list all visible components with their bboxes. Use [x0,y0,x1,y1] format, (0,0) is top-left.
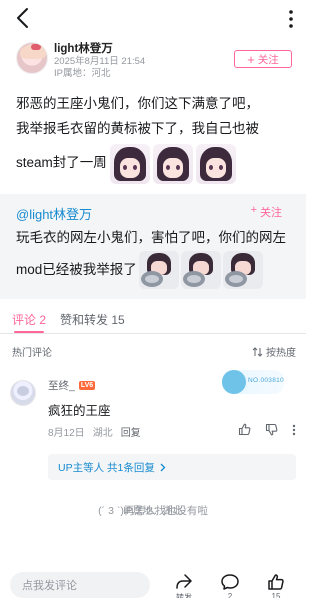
repost-follow-label: 关注 [260,207,282,219]
comment-icon [221,574,239,590]
hot-comments-label: 热门评论 [12,348,52,359]
follow-label: 关注 [257,53,279,66]
bottom-action-bar: 点我发评论 转发 2 15 [0,560,306,598]
post-text-line: 邪恶的王座小鬼们，你们这下满意了吧， [16,96,259,111]
thumbs-down-icon[interactable] [265,423,278,436]
emoji-sticker [180,251,221,289]
repost-text-line: 玩毛衣的网左小鬼们，害怕了吧，你们的网左 [16,230,286,245]
chevron-left-icon[interactable] [12,6,34,30]
top-bar [0,0,306,36]
author-avatar[interactable] [16,42,48,74]
emoji-sticker [138,251,179,289]
post-text: steam封了一周 [16,155,107,171]
share-button[interactable]: 转发 [172,572,196,598]
comments-sort-bar: 热门评论 按热度 [0,342,306,360]
sort-icon [252,346,263,357]
share-icon [176,574,192,589]
comment-location: 湖北 [92,428,113,439]
post-text-line: 我举报毛衣留的黄标被下了，我自己也被 [16,120,259,136]
post-text-line-with-stickers: steam封了一周 [16,141,296,186]
comment-actions [238,423,296,436]
emoji-sticker [152,143,193,184]
author-name[interactable]: light林登万 [54,40,113,56]
comment-date: 8月12日 [48,428,85,439]
comment-text: 疯狂的王座 [48,404,111,418]
sort-label: 按热度 [266,348,296,359]
author-meta: 2025年8月11日 21:54 IP属地：河北 [54,56,145,80]
fan-badge-number: NO.003810 [248,377,284,384]
post-ip-location: IP属地：河北 [54,68,111,79]
fan-badge-avatar [222,370,246,394]
tab-comments[interactable]: 评论 2 [12,311,46,328]
plus-icon: + [250,204,257,216]
emoji-sticker [222,251,263,289]
repost-text-line-with-stickers: mod已经被我举报了 [16,250,296,290]
emoji-sticker [195,143,236,184]
post-time: 2025年8月11日 21:54 [54,56,146,67]
comment-input[interactable]: 点我发评论 [10,572,150,598]
more-vertical-icon[interactable] [292,424,296,436]
post-body: 邪恶的王座小鬼们，你们这下满意了吧， 我举报毛衣留的黄标被下了，我自己也被 st… [16,92,296,186]
commenter-avatar[interactable] [10,380,36,406]
commenter-name[interactable]: 至终_ [48,378,75,393]
level-badge: LV6 [78,381,96,390]
end-of-list-text: (´ 3 `)再怎么找也没有啦 [98,505,208,517]
reply-button[interactable]: 回复 [121,424,141,439]
up-replies-link[interactable]: UP主等人 共1条回复 [48,454,296,480]
active-tab-indicator [14,331,44,333]
chevron-right-icon [160,463,166,471]
sort-button[interactable]: 按热度 [252,344,296,359]
more-vertical-icon[interactable] [286,8,296,30]
repost-author[interactable]: @light林登万 [16,204,92,223]
reposted-card[interactable]: @light林登万 + 关注 玩毛衣的网左小鬼们，害怕了吧，你们的网左 mod已… [0,194,306,299]
comment-item: 至终_ LV6 NO.003810 疯狂的王座 8月12日 湖北 回复 UP主等… [0,370,306,520]
comment-button[interactable]: 2 [218,572,242,598]
comment-count: 2 [227,592,233,598]
share-label: 转发 [176,593,192,598]
like-count: 15 [271,592,281,598]
up-replies-text: UP主等人 共1条回复 [58,461,155,474]
comment-tabs: 评论 2 赞和转发 15 [0,306,306,334]
repost-follow-button[interactable]: + 关注 [251,204,282,220]
fan-badge: NO.003810 [222,370,284,394]
thumbs-up-icon [268,574,284,590]
author-header: light林登万 2025年8月11日 21:54 IP属地：河北 + 关注 [16,40,296,84]
comment-meta: 8月12日 湖北 回复 [48,424,141,439]
commenter-name-row: 至终_ LV6 [48,378,96,393]
thumbs-up-icon[interactable] [238,423,251,436]
tab-likes-reposts[interactable]: 赞和转发 15 [60,311,125,328]
repost-text: mod已经被我举报了 [16,262,137,277]
repost-body: 玩毛衣的网左小鬼们，害怕了吧，你们的网左 mod已经被我举报了 [16,226,296,290]
plus-icon: + [247,51,255,67]
follow-button[interactable]: + 关注 [234,50,292,68]
emoji-sticker [109,143,150,184]
like-button[interactable]: 15 [264,572,288,598]
